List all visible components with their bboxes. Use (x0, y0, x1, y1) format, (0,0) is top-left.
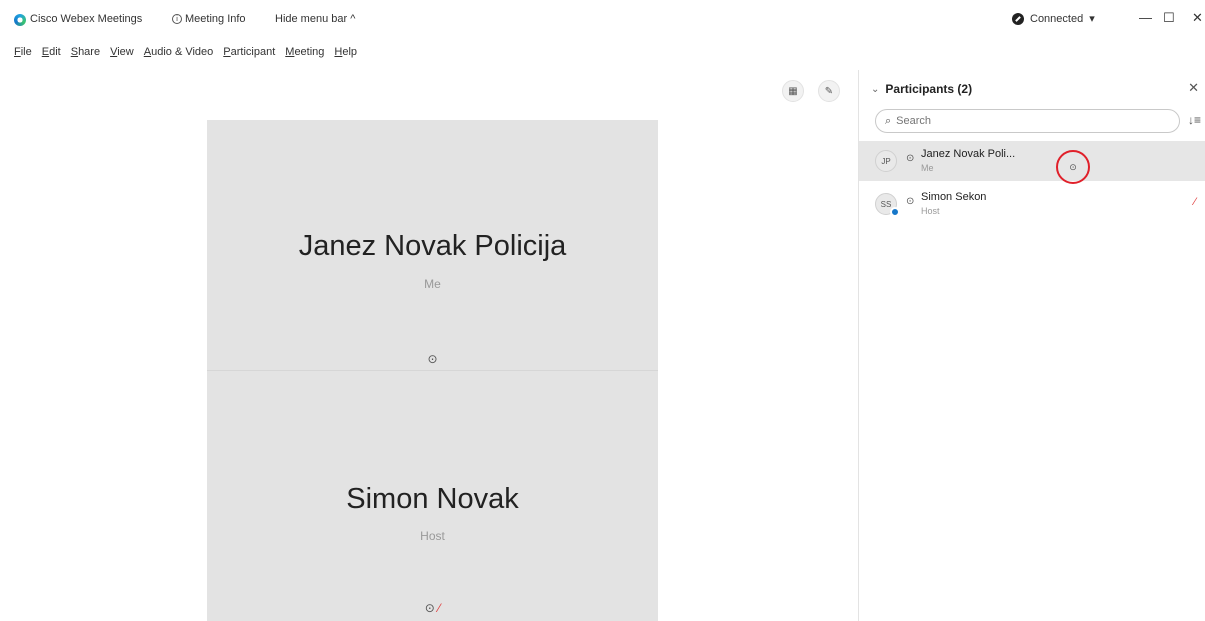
info-icon: i (172, 14, 182, 24)
participants-panel: ⌄ Participants (2) ✕ ⌕ ↓≡ JP ⊙ Janez Nov… (858, 70, 1205, 621)
title-bar: Cisco Webex Meetings i Meeting Info Hide… (0, 0, 1205, 40)
menu-meeting[interactable]: Meeting (285, 46, 324, 58)
maximize-button[interactable]: ☐ (1163, 10, 1175, 26)
video-tile-host: Simon Novak Host ⊙ ⁄ (207, 370, 658, 621)
sort-icon[interactable]: ↓≡ (1188, 113, 1201, 127)
tile-mic-status: ⊙ ⁄ (207, 601, 658, 615)
webex-logo-icon (14, 14, 26, 26)
minimize-button[interactable]: — (1139, 10, 1152, 25)
meeting-info-button[interactable]: i Meeting Info (172, 13, 246, 25)
search-icon: ⌕ (885, 114, 892, 127)
tile-participant-name: Simon Novak (346, 483, 519, 515)
menu-audio-video[interactable]: Audio & Video (144, 46, 214, 58)
close-window-button[interactable]: ✕ (1192, 10, 1203, 26)
close-panel-button[interactable]: ✕ (1188, 80, 1199, 96)
menu-edit[interactable]: Edit (42, 46, 61, 58)
video-tile-self: Janez Novak Policija Me ⊙ (207, 120, 658, 370)
participant-name: Simon Sekon (921, 191, 987, 203)
hide-menu-bar-button[interactable]: Hide menu bar ^ (275, 13, 355, 25)
connection-status-button[interactable]: Connected ▾ (1012, 12, 1095, 25)
participant-row-self[interactable]: JP ⊙ Janez Novak Poli... Me ⊙ (859, 141, 1205, 184)
tile-participant-role: Host (420, 529, 445, 543)
participant-search[interactable]: ⌕ (875, 109, 1180, 133)
muted-icon: ⁄ (438, 601, 441, 615)
menu-file[interactable]: File (14, 46, 32, 58)
microphone-icon: ⊙ (424, 601, 435, 615)
participant-role: Host (921, 206, 940, 216)
tile-participant-name: Janez Novak Policija (298, 230, 567, 262)
host-badge-icon (890, 207, 900, 217)
menu-share[interactable]: Share (71, 46, 100, 58)
tile-mic-status: ⊙ (207, 352, 658, 366)
connected-icon (1012, 12, 1024, 25)
muted-icon: ⁄ (1194, 196, 1196, 208)
microphone-icon: ⊙ (1069, 161, 1077, 172)
participant-name: Janez Novak Poli... (921, 148, 1016, 160)
layout-grid-button[interactable]: ▦ (782, 80, 804, 102)
participant-row-host[interactable]: SS ⊙ Simon Sekon Host ⁄ (859, 184, 1205, 224)
avatar: JP (875, 150, 897, 172)
annotate-button[interactable]: ✎ (818, 80, 840, 102)
connection-status-label: Connected (1030, 12, 1084, 25)
meeting-info-label: Meeting Info (185, 13, 246, 25)
microphone-icon: ⊙ (427, 352, 438, 366)
chevron-down-icon: ▾ (1089, 13, 1095, 25)
microphone-icon: ⊙ (906, 153, 915, 164)
menu-participant[interactable]: Participant (223, 46, 275, 58)
participants-title: Participants (2) (885, 82, 973, 96)
tile-participant-role: Me (424, 277, 441, 291)
app-title: Cisco Webex Meetings (30, 13, 143, 25)
menu-bar: File Edit Share View Audio & Video Parti… (14, 46, 357, 58)
microphone-icon: ⊙ (906, 196, 915, 207)
participant-role: Me (921, 163, 934, 173)
search-input[interactable] (896, 115, 1137, 127)
pen-icon: ✎ (824, 85, 834, 97)
participants-header[interactable]: ⌄ Participants (2) (871, 82, 972, 96)
grid-icon: ▦ (788, 85, 798, 97)
highlighted-microphone-button[interactable]: ⊙ (1056, 150, 1090, 184)
menu-view[interactable]: View (110, 46, 134, 58)
chevron-down-icon: ⌄ (871, 83, 880, 95)
menu-help[interactable]: Help (334, 46, 357, 58)
